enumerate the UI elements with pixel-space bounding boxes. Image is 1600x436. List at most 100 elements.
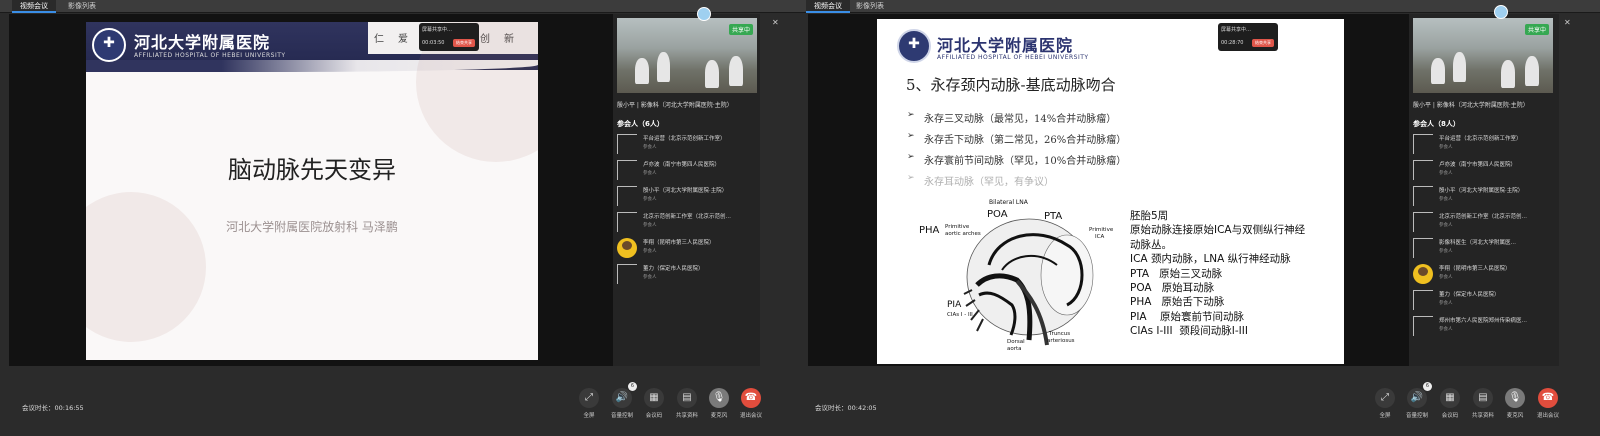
hospital-name-en: AFFILIATED HOSPITAL OF HEBEI UNIVERSITY	[937, 54, 1089, 61]
meeting-duration: 会议时长：00:42:05	[815, 402, 877, 412]
participant-item[interactable]: 平台运营（北京示范创新工作室） 参会人	[617, 132, 757, 158]
tab-image-list[interactable]: 影像列表	[60, 0, 104, 13]
video-person	[1501, 60, 1515, 88]
close-icon[interactable]: ✕	[1564, 18, 1571, 27]
participant-item[interactable]: 郑州市第六人民医院郑州传染病医… 参会人	[1413, 314, 1553, 340]
motto-char: 仁	[374, 34, 384, 45]
shared-screen: 河北大学附属医院 AFFILIATED HOSPITAL OF HEBEI UN…	[808, 14, 1415, 366]
document-icon: ▤	[1473, 388, 1493, 408]
participant-name: 影像科医生（河北大学附属医…	[1439, 240, 1517, 246]
presenter-name: 殷小平 | 影像科（河北大学附属医院·主院）	[1413, 102, 1529, 109]
watermark-cross	[86, 192, 206, 342]
hospital-name: 河北大学附属医院	[937, 36, 1074, 55]
close-icon[interactable]: ✕	[772, 18, 779, 27]
shared-screen: 河北大学附属医院 AFFILIATED HOSPITAL OF HEBEI UN…	[9, 14, 621, 366]
participant-item[interactable]: 卢亦波（南宁市第四人民医院） 参会人	[1413, 158, 1553, 184]
participant-role: 参会人	[643, 145, 657, 150]
participant-role: 参会人	[643, 197, 657, 202]
participant-item[interactable]: 平台运营（北京示范创新工作室） 参会人	[1413, 132, 1553, 158]
diagram-label: aorta	[1007, 346, 1022, 352]
fullscreen-button[interactable]: ⤢ 全屏	[1372, 388, 1398, 419]
hangup-icon: ☎	[1538, 388, 1558, 408]
diagram-label: Primitive	[945, 224, 970, 230]
control-label: 麦克风	[1506, 413, 1524, 419]
hangup-button[interactable]: ☎ 退出会议	[738, 388, 764, 419]
participants-sidebar: 共享中 殷小平 | 影像科（河北大学附属医院·主院） 参会人（6人） 平台运营（…	[613, 14, 760, 366]
meeting-duration: 会议时长：00:16:55	[22, 402, 84, 412]
user-avatar[interactable]	[1494, 5, 1508, 19]
screen-share-popup: 屏幕共享中… 00:03:50 结束共享	[419, 23, 479, 51]
bullet-item: ➢ 永存耳动脉（罕见，有争议）	[907, 173, 1054, 188]
control-label: 共享资料	[1471, 413, 1494, 419]
participant-name: 北京示范创新工作室（北京示范创…	[1439, 214, 1528, 220]
presenter-name: 殷小平 | 影像科（河北大学附属医院·主院）	[617, 102, 733, 109]
diagram-label: POA	[987, 209, 1008, 220]
duration-label: 会议时长：	[22, 404, 55, 412]
tab-bar: 视频会议 影像列表	[0, 0, 800, 13]
participant-item[interactable]: 董力（保定市人民医院） 参会人	[617, 262, 757, 288]
tab-video-meeting[interactable]: 视频会议	[806, 0, 850, 13]
participant-item[interactable]: 卢亦波（南宁市第四人民医院） 参会人	[617, 158, 757, 184]
volume-button[interactable]: 🔊 6 音量控制	[609, 382, 637, 419]
document-button[interactable]: ▤ 共享资料	[1470, 388, 1496, 419]
diagram-label: PIA	[947, 300, 962, 310]
video-person	[1525, 56, 1539, 86]
participant-role: 参会人	[643, 171, 657, 176]
stop-share-button[interactable]: 结束共享	[453, 39, 475, 47]
duration-value: 00:16:55	[54, 404, 84, 412]
avatar	[1413, 316, 1433, 336]
arrow-icon: ➢	[907, 152, 915, 162]
arrow-icon: ➢	[907, 131, 915, 141]
participant-name: 平台运营（北京示范创新工作室）	[643, 136, 726, 142]
participant-item[interactable]: 李翔（昆明市第三人民医院） 参会人	[1413, 262, 1553, 288]
slide-subtitle: 河北大学附属医院放射科 马泽鹏	[226, 220, 398, 234]
participant-name: 李翔（昆明市第三人民医院）	[1439, 266, 1511, 272]
user-avatar[interactable]	[697, 7, 711, 21]
hangup-button[interactable]: ☎ 退出会议	[1535, 388, 1561, 419]
hospital-logo	[92, 28, 126, 62]
fullscreen-button[interactable]: ⤢ 全屏	[576, 388, 602, 419]
qrcode-button[interactable]: ▦ 会议码	[641, 388, 667, 419]
participant-name: 李翔（昆明市第三人民医院）	[643, 240, 715, 246]
participant-name: 殷小平（河北大学附属医院·主院）	[643, 188, 728, 194]
slide-title: 5、永存颈内动脉-基底动脉吻合	[906, 76, 1116, 94]
participant-item[interactable]: 北京示范创新工作室（北京示范创… 参会人	[1413, 210, 1553, 236]
hospital-name-en: AFFILIATED HOSPITAL OF HEBEI UNIVERSITY	[134, 52, 286, 59]
participant-role: 参会人	[643, 275, 657, 280]
hospital-name: 河北大学附属医院	[134, 33, 271, 52]
participant-list: 平台运营（北京示范创新工作室） 参会人 卢亦波（南宁市第四人民医院） 参会人 殷小平（河…	[617, 132, 757, 288]
participants-sidebar: 共享中 殷小平 | 影像科（河北大学附属医院·主院） 参会人（8人） 平台运营（…	[1409, 14, 1559, 366]
diagram-label: Primitive	[1089, 227, 1114, 233]
participant-role: 参会人	[1439, 171, 1453, 176]
participant-item[interactable]: 影像科医生（河北大学附属医… 参会人	[1413, 236, 1553, 262]
tab-video-meeting[interactable]: 视频会议	[12, 0, 56, 13]
diagram-label: ICA	[1095, 234, 1104, 240]
avatar	[1413, 264, 1433, 284]
control-label: 麦克风	[710, 413, 728, 419]
video-person	[657, 52, 670, 82]
share-timer: 00:03:50	[422, 40, 445, 46]
participant-item[interactable]: 李翔（昆明市第三人民医院） 参会人	[617, 236, 757, 262]
participant-item[interactable]: 董力（保定市人民医院） 参会人	[1413, 288, 1553, 314]
document-button[interactable]: ▤ 共享资料	[674, 388, 700, 419]
participant-role: 参会人	[643, 249, 657, 254]
participant-name: 郑州市第六人民医院郑州传染病医…	[1439, 318, 1528, 324]
participant-item[interactable]: 殷小平（河北大学附属医院·主院） 参会人	[1413, 184, 1553, 210]
microphone-button[interactable]: 🎙 麦克风	[1502, 388, 1528, 419]
qrcode-button[interactable]: ▦ 会议码	[1437, 388, 1463, 419]
volume-icon: 🔊 6	[1407, 382, 1432, 408]
presenter-video[interactable]: 共享中	[1413, 18, 1553, 93]
participant-name: 北京示范创新工作室（北京示范创…	[643, 214, 732, 220]
diagram-label: CIAs I - III	[947, 312, 973, 318]
participant-item[interactable]: 殷小平（河北大学附属医院·主院） 参会人	[617, 184, 757, 210]
tab-image-list[interactable]: 影像列表	[848, 0, 892, 13]
duration-label: 会议时长：	[815, 404, 848, 412]
avatar	[617, 186, 637, 206]
participant-item[interactable]: 北京示范创新工作室（北京示范创… 参会人	[617, 210, 757, 236]
control-label: 退出会议	[739, 413, 762, 419]
stop-share-button[interactable]: 结束共享	[1252, 39, 1274, 47]
bullet-item: ➢ 永存舌下动脉（第二常见，26%合并动脉瘤）	[907, 131, 1127, 146]
presenter-video[interactable]: 共享中	[617, 18, 757, 93]
microphone-button[interactable]: 🎙 麦克风	[706, 388, 732, 419]
volume-button[interactable]: 🔊 6 音量控制	[1404, 382, 1432, 419]
